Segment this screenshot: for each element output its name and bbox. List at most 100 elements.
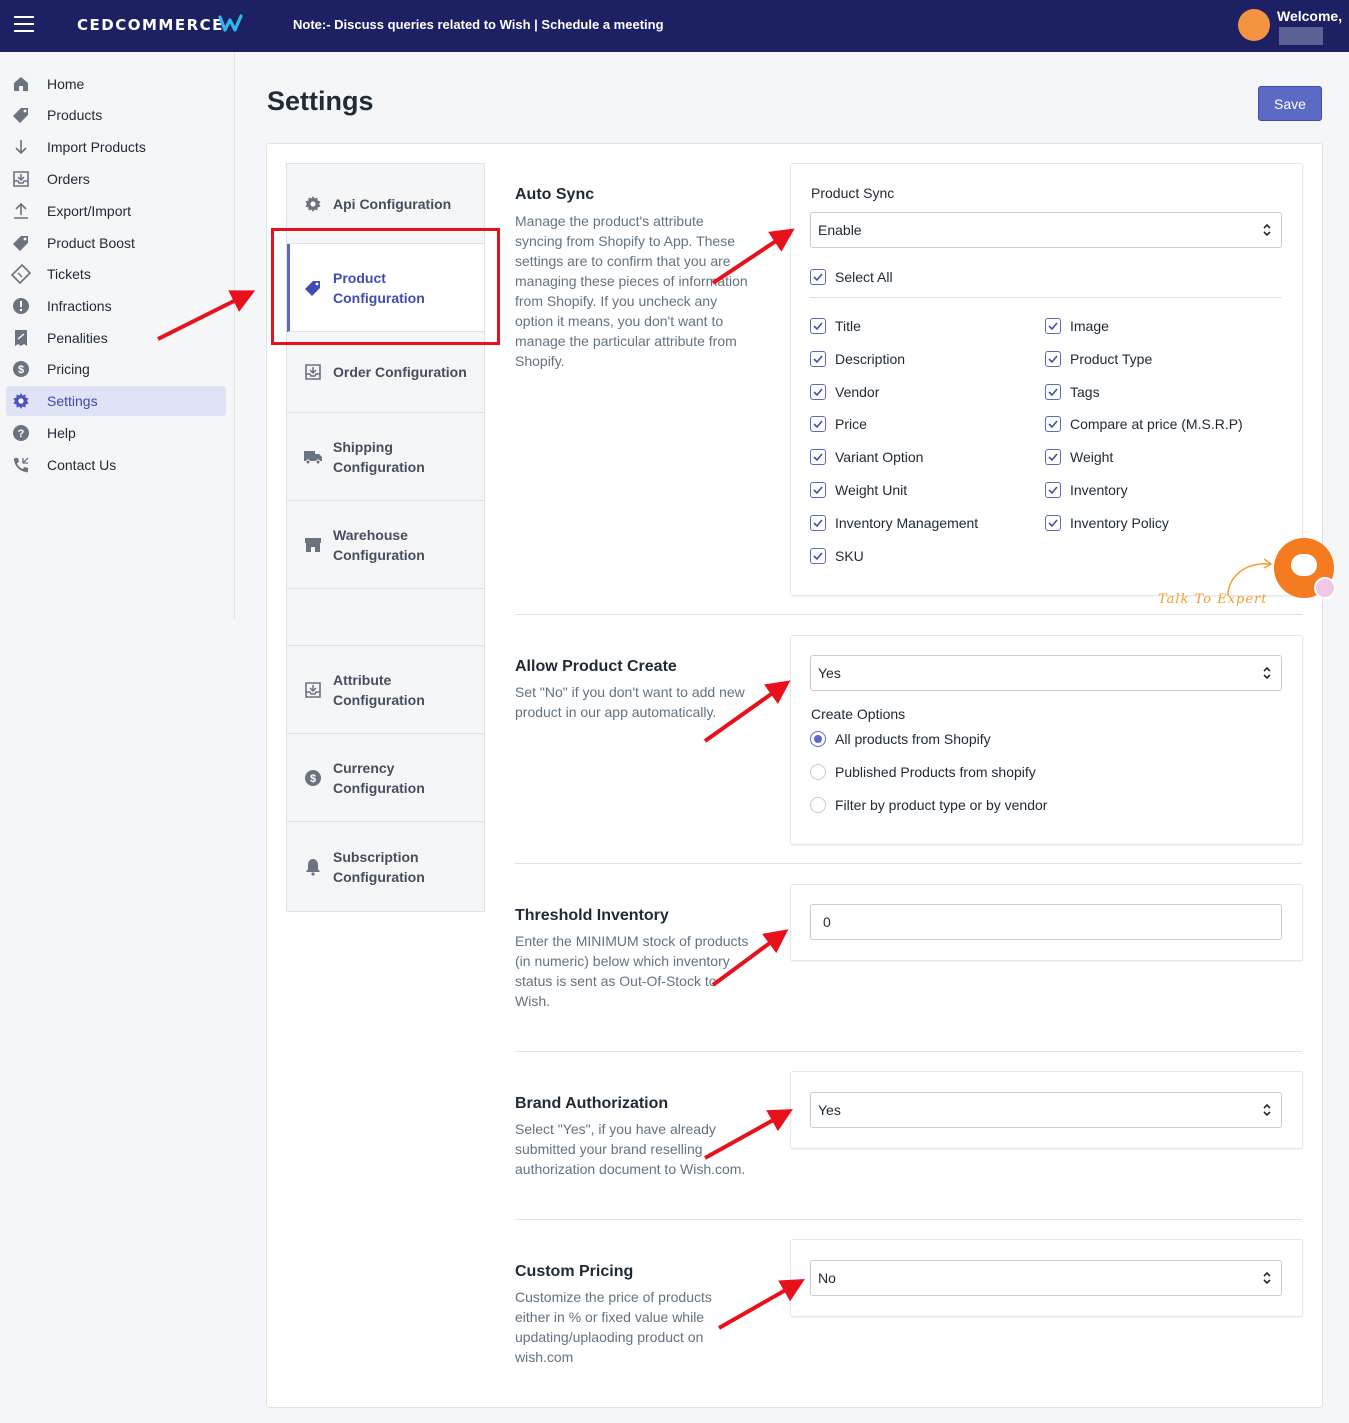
highlight-annotation-box [271,228,500,345]
sidebar-item-infractions[interactable]: Infractions [6,291,226,321]
description-line: Enter the MINIMUM stock of products [515,933,749,949]
tab-label-line: Configuration [333,546,425,563]
radio-label: Published Products from shopify [835,764,1036,780]
tab-currency-configuration[interactable]: $ Currency Configuration [287,734,484,822]
sidebar-item-penalities[interactable]: Penalities [6,323,226,353]
sidebar-item-label: Home [47,76,85,92]
save-button[interactable]: Save [1258,86,1322,121]
sidebar-item-products[interactable]: Products [6,100,226,130]
sidebar-item-help[interactable]: ? Help [6,418,226,448]
sidebar-item-orders[interactable]: Orders [6,164,226,194]
threshold-input[interactable]: 0 [810,904,1282,940]
tab-subscription-configuration[interactable]: Subscription Configuration [287,822,484,912]
description-line: (in numeric) below which inventory [515,953,730,969]
schedule-meeting-link[interactable]: Schedule a meeting [541,17,663,32]
page-title: Settings [267,86,374,116]
radio-label: All products from Shopify [835,731,991,747]
checkbox-checked-icon [1045,514,1061,531]
sync-checkbox-vendor[interactable]: Vendor [810,383,880,400]
product-sync-select[interactable]: Enable [810,212,1282,248]
sidebar-item-export-import[interactable]: Export/Import [6,196,226,226]
checkbox-label: Image [1070,318,1109,334]
section-divider [515,1219,1302,1220]
sidebar-item-label: Help [47,425,76,441]
sidebar-item-pricing[interactable]: $ Pricing [6,354,226,384]
ticket-icon [10,263,32,285]
sync-checkbox-image[interactable]: Image [1045,318,1109,334]
tab-shipping-configuration[interactable]: Shipping Configuration [287,413,484,501]
sync-checkbox-description[interactable]: Description [810,350,906,367]
question-icon: ? [10,422,32,444]
talk-to-expert-label: Talk To Expert [1158,592,1268,607]
sync-checkbox-sku[interactable]: SKU [810,547,864,564]
tab-label-line: Warehouse [333,526,408,543]
sync-checkbox-inventory-policy[interactable]: Inventory Policy [1045,514,1169,531]
sidebar-item-label: Tickets [47,266,91,282]
brand-authorization-description: Select "Yes", if you have already submitt… [515,1119,765,1179]
checkbox-label: Description [835,350,906,367]
tab-label-line: Subscription [333,848,419,865]
sidebar-item-settings[interactable]: Settings [6,386,226,416]
sidebar-item-tickets[interactable]: Tickets [6,259,226,289]
tab-label-line: Api Configuration [333,195,452,212]
description-line: authorization document to Wish.com. [515,1161,746,1177]
description-line: submitted your brand reselling [515,1141,703,1157]
checkbox-checked-icon [810,350,826,367]
description-line: Select "Yes", if you have already [515,1121,716,1137]
checkbox-label: Tags [1070,383,1100,400]
select-all-checkbox[interactable]: Select All [810,269,893,285]
threshold-inventory-description: Enter the MINIMUM stock of products (in n… [515,931,765,1011]
radio-label: Filter by product type or by vendor [835,797,1048,813]
description-line: Set "No" if you don't want to add new [515,684,745,700]
tab-empty[interactable] [287,589,484,646]
tab-label: Api Configuration [333,194,473,214]
sync-checkbox-tags[interactable]: Tags [1045,383,1100,400]
tab-warehouse-configuration[interactable]: Warehouse Configuration [287,501,484,589]
description-line: Shopify. [515,353,565,369]
create-option-radio[interactable]: Published Products from shopify [810,764,1036,780]
sync-checkbox-inventory[interactable]: Inventory [1045,482,1128,498]
upload-icon [10,200,32,222]
description-line: either in % or fixed value while [515,1309,705,1325]
description-line: product in our app automatically. [515,704,717,720]
custom-pricing-select[interactable]: No [810,1260,1282,1296]
sync-checkbox-inventory-management[interactable]: Inventory Management [810,514,978,531]
dollar-icon: $ [303,768,323,788]
sync-checkbox-weight[interactable]: Weight [1045,449,1114,466]
checkbox-checked-icon [1045,416,1061,433]
tab-attribute-configuration[interactable]: Attribute Configuration [287,646,484,734]
create-option-radio[interactable]: Filter by product type or by vendor [810,797,1047,813]
hamburger-menu-icon[interactable] [14,16,34,34]
sync-checkbox-compare-at-price-m-s-r-p-[interactable]: Compare at price (M.S.R.P) [1045,416,1243,433]
checkbox-label: Vendor [835,383,880,400]
checkbox-label: Inventory Policy [1070,514,1169,531]
sidebar-item-home[interactable]: Home [6,69,226,99]
allow-create-select[interactable]: Yes [810,655,1282,691]
avatar[interactable] [1238,9,1270,41]
checkbox-checked-icon [810,514,826,531]
sync-checkbox-product-type[interactable]: Product Type [1045,350,1152,367]
sync-checkbox-title[interactable]: Title [810,318,861,334]
chat-icon [1291,554,1317,576]
sync-checkbox-variant-option[interactable]: Variant Option [810,449,923,466]
sidebar-item-import-products[interactable]: Import Products [6,132,226,162]
tab-label: Shipping Configuration [333,437,473,477]
sidebar-item-label: Import Products [47,139,146,155]
sidebar-item-label: Settings [47,393,98,409]
brand-logo[interactable]: CEDCOMMERCE [77,16,224,34]
dollar-icon: $ [10,358,32,380]
sidebar-item-contact-us[interactable]: Contact Us [6,450,226,480]
sidebar-item-product-boost[interactable]: Product Boost [6,228,226,258]
brand-authorization-select[interactable]: Yes [810,1092,1282,1128]
description-line: status is sent as Out-Of-Stock to [515,973,717,989]
sync-checkbox-price[interactable]: Price [810,416,867,433]
create-option-radio[interactable]: All products from Shopify [810,731,991,747]
checkbox-checked-icon [810,482,826,498]
checkbox-label: Weight Unit [835,482,908,498]
sync-checkbox-weight-unit[interactable]: Weight Unit [810,482,907,498]
svg-text:?: ? [18,428,25,440]
sidebar-item-label: Infractions [47,298,112,314]
product-sync-value: Enable [818,222,862,238]
tab-label-line: Attribute [333,671,392,688]
checkbox-label: Weight [1070,449,1114,466]
